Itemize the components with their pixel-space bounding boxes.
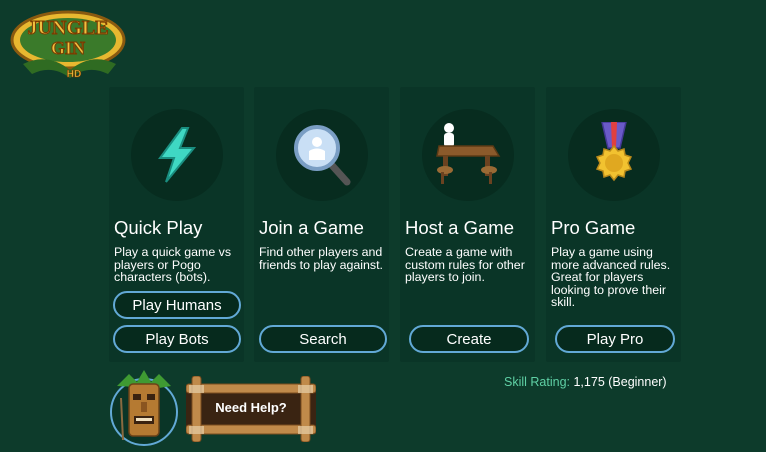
pro-game-title: Pro Game [551,217,636,238]
play-bots-button[interactable]: Play Bots [113,325,241,353]
host-game-icon-circle [422,109,514,201]
jungle-gin-logo: JUNGLE GIN HD [10,10,126,80]
pro-game-icon-circle [568,109,660,201]
pro-game-card: Pro Game Play a game using more advanced… [546,87,681,362]
search-button[interactable]: Search [259,325,387,353]
medal-icon [595,122,633,182]
join-game-description: Find other players and friends to play a… [259,245,383,272]
create-button[interactable]: Create [409,325,529,353]
quick-play-icon-circle [131,109,223,201]
skill-rating-value: 1,175 (Beginner) [573,375,667,389]
svg-text:HD: HD [67,69,81,80]
svg-text:GIN: GIN [51,38,85,58]
play-humans-button[interactable]: Play Humans [113,291,241,319]
pro-game-description: Play a game using more advanced rules. G… [551,245,671,309]
tiki-avatar[interactable] [109,370,179,446]
lightning-icon [158,127,197,183]
need-help-button[interactable]: Need Help? [186,376,316,442]
join-game-title: Join a Game [259,217,364,238]
join-game-icon-circle [276,109,368,201]
magnifier-icon [294,125,351,186]
join-game-card: Join a Game Find other players and frien… [254,87,389,362]
host-game-description: Create a game with custom rules for othe… [405,245,525,284]
play-pro-button[interactable]: Play Pro [555,325,675,353]
quick-play-title: Quick Play [114,217,203,238]
need-help-label: Need Help? [215,400,287,415]
skill-rating: Skill Rating: 1,175 (Beginner) [504,375,667,389]
table-icon [436,123,501,184]
quick-play-description: Play a quick game vs players or Pogo cha… [114,245,232,284]
skill-rating-label: Skill Rating: [504,375,570,389]
svg-text:JUNGLE: JUNGLE [27,17,108,39]
host-game-title: Host a Game [405,217,514,238]
host-game-card: Host a Game Create a game with custom ru… [400,87,535,362]
quick-play-card: Quick Play Play a quick game vs players … [109,87,244,362]
